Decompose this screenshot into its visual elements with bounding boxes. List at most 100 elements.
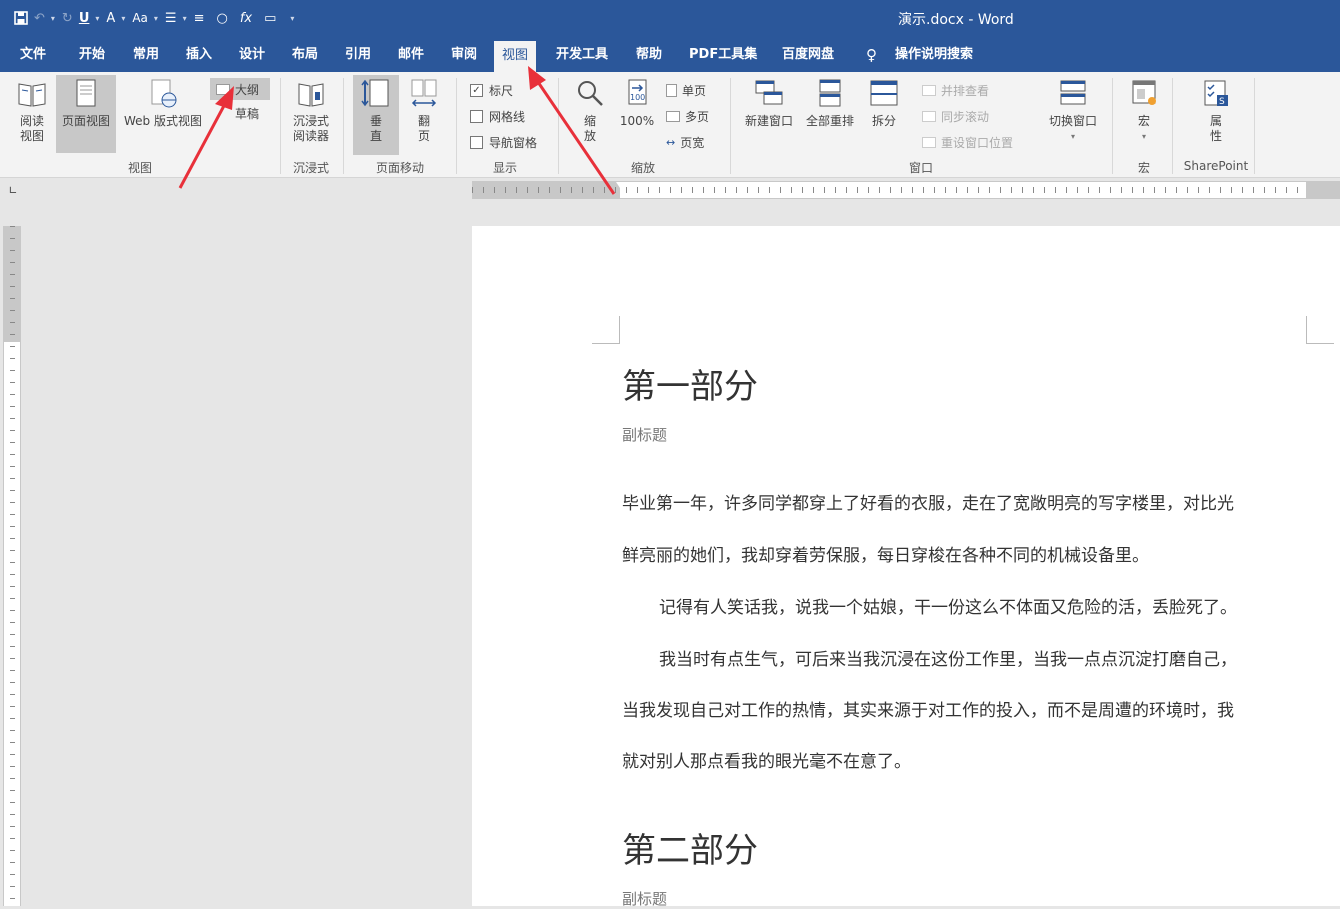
bullets-dropdown-icon[interactable]: ▾ (183, 14, 187, 23)
zoom-100-button[interactable]: 100 100% (614, 78, 660, 129)
redo-icon[interactable]: ↻ (62, 7, 73, 29)
bullets-icon[interactable]: ☰ (165, 7, 177, 29)
tab-stop-selector[interactable]: ∟ (6, 184, 20, 198)
group-separator (1254, 78, 1255, 174)
group-label-macros: 宏 (1137, 161, 1150, 175)
heading-2[interactable]: 第二部分 (622, 823, 758, 872)
read-mode-label: 阅读 视图 (19, 114, 44, 143)
page-width-icon: ↔ (666, 136, 676, 149)
arrange-all-label: 全部重排 (805, 114, 854, 128)
arrange-all-icon (819, 79, 841, 107)
multi-page-label: 多页 (685, 110, 710, 124)
page-width-button[interactable]: ↔ 页宽 (666, 134, 704, 151)
paragraph-line[interactable]: 记得有人笑话我，说我一个姑娘，干一份这么不体面又危险的活，丢脸死了。 (659, 593, 1237, 618)
outline-button[interactable]: 大纲 (210, 78, 270, 100)
vertical-ruler[interactable] (3, 226, 21, 906)
first-line-indent-marker[interactable] (616, 182, 624, 190)
arrange-all-button[interactable]: 全部重排 (801, 78, 859, 129)
fx-icon[interactable]: fx (240, 7, 252, 29)
underline-icon[interactable]: U (79, 7, 90, 29)
reset-window-button[interactable]: 重设窗口位置 (922, 134, 1013, 151)
group-label-show: 显示 (492, 161, 517, 175)
change-case-dropdown-icon[interactable]: ▾ (154, 14, 158, 23)
tab-design[interactable]: 设计 (239, 36, 265, 72)
paragraph-line[interactable]: 当我发现自己对工作的热情，其实来源于对工作的投入，而不是周遭的环境时，我 (622, 696, 1234, 721)
zoom-100-label: 100% (619, 114, 655, 128)
group-label-window: 窗口 (908, 161, 933, 175)
font-color-icon[interactable]: A (106, 7, 115, 29)
outline-icon (216, 83, 230, 95)
tab-home[interactable]: 开始 (79, 36, 105, 72)
undo-icon[interactable]: ↶ (34, 7, 45, 29)
read-mode-icon (18, 83, 46, 107)
tab-references[interactable]: 引用 (345, 36, 371, 72)
magnifier-icon (578, 81, 603, 106)
circle-icon[interactable]: ○ (216, 7, 227, 29)
switch-window-button[interactable]: 切换窗口 ▾ (1042, 78, 1104, 144)
tab-file[interactable]: 文件 (20, 36, 46, 72)
comment-icon[interactable]: ▭ (264, 7, 276, 29)
ruler-ticks-vertical (10, 226, 15, 906)
quick-access-toolbar: ↶ ▾ ↻ U ▾ A ▾ Aa ▾ ☰ ▾ ≡ ○ fx ▭ ▾ (14, 7, 301, 29)
draft-button[interactable]: 草稿 (235, 105, 259, 122)
crop-mark-left (592, 316, 620, 344)
macros-button[interactable]: 宏 ▾ (1122, 78, 1166, 144)
side-to-side-button[interactable]: 翻 页 (402, 78, 446, 144)
print-layout-button[interactable]: 页面视图 (56, 75, 116, 153)
nav-pane-checkbox[interactable]: 导航窗格 (470, 134, 537, 151)
tab-help[interactable]: 帮助 (636, 36, 662, 72)
tab-baidu-netdisk[interactable]: 百度网盘 (782, 36, 834, 72)
properties-button[interactable]: S 属 性 (1194, 78, 1238, 144)
side-to-side-icon (411, 79, 437, 107)
split-button[interactable]: 拆分 (862, 78, 906, 129)
tab-common[interactable]: 常用 (133, 36, 159, 72)
web-layout-button[interactable]: Web 版式视图 (118, 78, 208, 129)
ruler-ticks (472, 187, 1340, 193)
one-page-label: 单页 (682, 84, 707, 98)
split-icon (870, 80, 898, 106)
font-color-dropdown-icon[interactable]: ▾ (121, 14, 125, 23)
properties-label: 属 性 (1209, 114, 1222, 143)
paragraph-line[interactable]: 鲜亮丽的她们，我却穿着劳保服，每日穿梭在各种不同的机械设备里。 (622, 541, 1149, 566)
tab-insert[interactable]: 插入 (186, 36, 212, 72)
vertical-button[interactable]: 垂 直 (353, 75, 399, 155)
lightbulb-icon: ♀ (866, 46, 877, 64)
horizontal-ruler[interactable] (472, 181, 1340, 199)
sync-scroll-button[interactable]: 同步滚动 (922, 108, 989, 125)
side-by-side-button[interactable]: 并排查看 (922, 82, 989, 99)
side-by-side-icon (922, 85, 936, 96)
split-label: 拆分 (871, 114, 896, 128)
align-icon[interactable]: ≡ (194, 7, 205, 29)
immersive-reader-button[interactable]: 沉浸式 阅读器 (286, 78, 336, 144)
properties-icon: S (1204, 80, 1228, 107)
undo-dropdown-icon[interactable]: ▾ (51, 14, 55, 23)
tab-pdf-tools[interactable]: PDF工具集 (689, 36, 757, 72)
one-page-icon (666, 84, 677, 97)
new-window-button[interactable]: 新建窗口 (740, 78, 798, 129)
document-page[interactable]: 第一部分 副标题 毕业第一年，许多同学都穿上了好看的衣服，走在了宽敞明亮的写字楼… (472, 226, 1340, 908)
tab-layout[interactable]: 布局 (292, 36, 318, 72)
ruler-checkbox[interactable]: ✓ 标尺 (470, 82, 513, 99)
read-mode-button[interactable]: 阅读 视图 (10, 78, 54, 144)
save-icon[interactable] (14, 7, 28, 29)
paragraph-line[interactable]: 毕业第一年，许多同学都穿上了好看的衣服，走在了宽敞明亮的写字楼里，对比光 (622, 489, 1234, 514)
paragraph-line[interactable]: 就对别人那点看我的眼光毫不在意了。 (622, 747, 911, 772)
tab-mailings[interactable]: 邮件 (398, 36, 424, 72)
zoom-button[interactable]: 缩 放 (568, 78, 612, 144)
gridlines-checkbox[interactable]: 网格线 (470, 108, 525, 125)
subtitle-1[interactable]: 副标题 (622, 424, 667, 445)
tab-view[interactable]: 视图 (494, 41, 537, 72)
heading-1[interactable]: 第一部分 (622, 359, 758, 408)
change-case-icon[interactable]: Aa (132, 7, 148, 29)
underline-dropdown-icon[interactable]: ▾ (95, 14, 99, 23)
multi-page-button[interactable]: 多页 (666, 108, 709, 125)
one-page-button[interactable]: 单页 (666, 82, 706, 99)
macros-dropdown-icon: ▾ (1141, 132, 1146, 141)
paragraph-line[interactable]: 我当时有点生气，可后来当我沉浸在这份工作里，当我一点点沉淀打磨自己， (659, 645, 1237, 670)
tab-developer[interactable]: 开发工具 (556, 36, 608, 72)
reset-window-icon (922, 137, 936, 148)
tab-review[interactable]: 审阅 (451, 36, 477, 72)
tell-me-search[interactable]: 操作说明搜索 (895, 36, 973, 72)
ribbon-tab-bar: 文件 开始 常用 插入 设计 布局 引用 邮件 审阅 视图 开发工具 帮助 PD… (0, 36, 1340, 72)
customize-qat-icon[interactable]: ▾ (290, 14, 294, 23)
